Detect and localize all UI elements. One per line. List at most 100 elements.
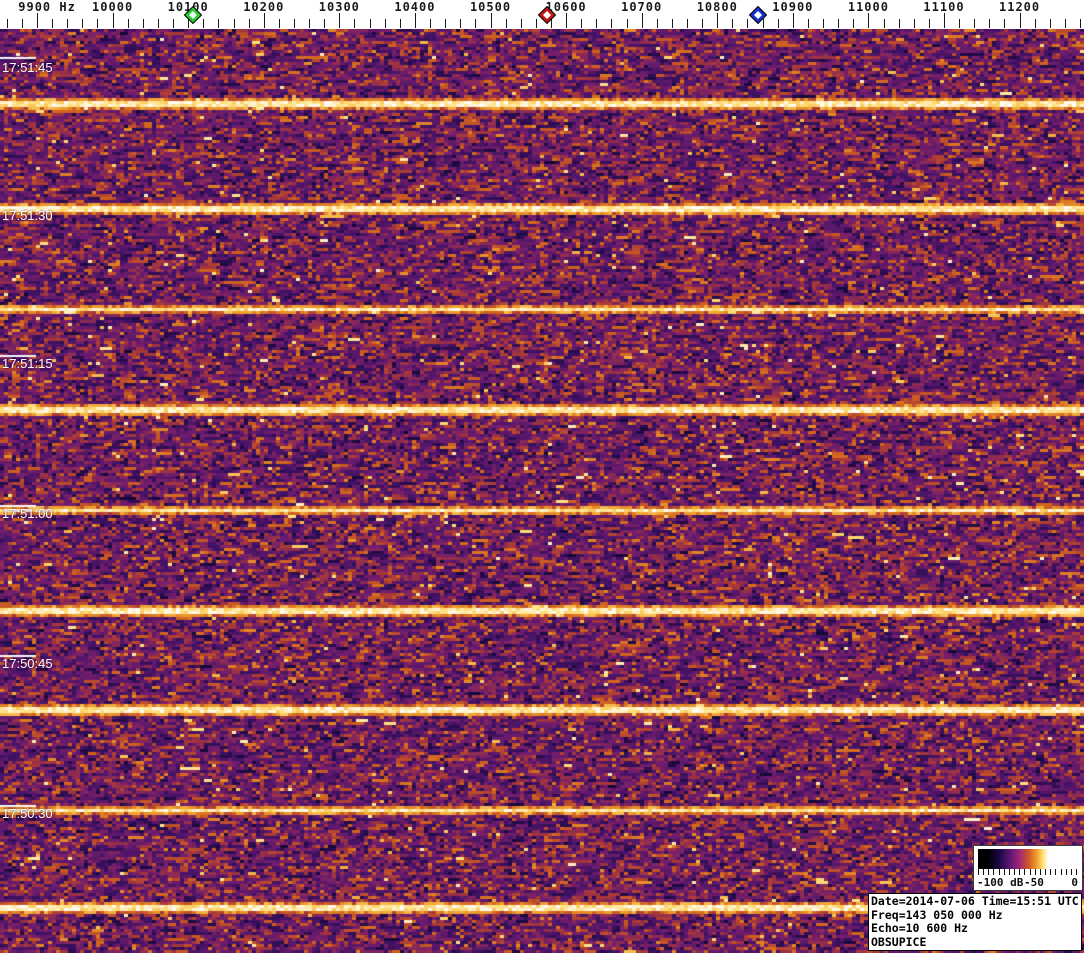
minor-tick (1065, 19, 1066, 28)
freq-label-10700: 10700 (621, 0, 663, 14)
green-marker[interactable] (183, 5, 203, 25)
minor-tick (158, 19, 159, 28)
minor-tick (249, 19, 250, 28)
minor-tick (657, 19, 658, 28)
info-line: Date=2014-07-06 Time=15:51 UTC (871, 894, 1079, 908)
colorbar-tick (978, 869, 979, 875)
minor-tick (929, 19, 930, 28)
minor-tick (853, 19, 854, 28)
minor-tick (279, 19, 280, 28)
colorbar-tick (1071, 869, 1072, 875)
time-label: 17:51:00 (2, 506, 53, 521)
freq-label-10400: 10400 (394, 0, 436, 14)
colorbar-tick (1045, 869, 1046, 875)
minor-tick (354, 19, 355, 28)
blue-marker[interactable] (748, 5, 768, 25)
minor-tick (808, 19, 809, 28)
minor-tick (974, 19, 975, 28)
minor-tick (1050, 19, 1051, 28)
spectrogram-canvas[interactable] (0, 29, 1084, 953)
colorbar-label-max: 0 (1071, 876, 1078, 889)
minor-tick (823, 19, 824, 28)
colorbar-tick (1014, 869, 1015, 875)
freq-label-11000: 11000 (847, 0, 889, 14)
minor-tick (1035, 19, 1036, 28)
minor-tick (611, 19, 612, 28)
minor-tick (536, 19, 537, 28)
minor-tick (627, 19, 628, 28)
minor-tick (22, 19, 23, 28)
minor-tick (143, 19, 144, 28)
freq-label-10800: 10800 (696, 0, 738, 14)
minor-tick (128, 19, 129, 28)
minor-tick (218, 19, 219, 28)
time-label: 17:50:30 (2, 806, 53, 821)
freq-label-10200: 10200 (243, 0, 285, 14)
minor-tick (1080, 19, 1081, 28)
major-tick (113, 13, 114, 28)
major-tick (1020, 13, 1021, 28)
colorbar-gradient (978, 849, 1076, 869)
freq-label-9900: 9900 Hz (18, 0, 76, 14)
time-label: 17:51:15 (2, 356, 53, 371)
minor-tick (460, 19, 461, 28)
colorbar-tick (1030, 869, 1031, 875)
minor-tick (732, 19, 733, 28)
major-tick (793, 13, 794, 28)
minor-tick (581, 19, 582, 28)
colorbar-tick (1035, 869, 1036, 875)
minor-tick (67, 19, 68, 28)
colorbar-tick (1066, 869, 1067, 875)
minor-tick (959, 19, 960, 28)
major-tick (339, 13, 340, 28)
colorbar-tick (999, 869, 1000, 875)
minor-tick (82, 19, 83, 28)
minor-tick (234, 19, 235, 28)
minor-tick (914, 19, 915, 28)
observation-info-box: Date=2014-07-06 Time=15:51 UTC Freq=143 0… (868, 893, 1082, 951)
major-tick (37, 13, 38, 28)
colorbar-tick (1050, 869, 1051, 875)
red-marker[interactable] (537, 5, 557, 25)
colorbar-tick (1040, 869, 1041, 875)
minor-tick (778, 19, 779, 28)
minor-tick (1004, 19, 1005, 28)
major-tick (264, 13, 265, 28)
colorbar-tick (1076, 869, 1077, 875)
colorbar-ticks (978, 869, 1077, 876)
minor-tick (475, 19, 476, 28)
colorbar-tick (1019, 869, 1020, 875)
colorbar-tick (988, 869, 989, 875)
minor-tick (203, 19, 204, 28)
major-tick (415, 13, 416, 28)
freq-label-10900: 10900 (772, 0, 814, 14)
minor-tick (596, 19, 597, 28)
major-tick (944, 13, 945, 28)
colorbar-label-min: -100 dB (977, 876, 1024, 889)
major-tick (566, 13, 567, 28)
freq-label-10000: 10000 (92, 0, 134, 14)
minor-tick (309, 19, 310, 28)
minor-tick (294, 19, 295, 28)
minor-tick (52, 19, 53, 28)
minor-tick (521, 19, 522, 28)
minor-tick (370, 19, 371, 28)
info-line: OBSUPICE (871, 934, 927, 949)
minor-tick (445, 19, 446, 28)
minor-tick (989, 19, 990, 28)
minor-tick (899, 19, 900, 28)
colorbar-tick (1055, 869, 1056, 875)
info-line: Echo=10 600 Hz (871, 921, 968, 935)
waterfall-window: 9900 Hz 10000 10100 10200 10300 10400 10500 106… (0, 0, 1084, 953)
colorbar-tick (1009, 869, 1010, 875)
major-tick (642, 13, 643, 28)
time-label: 17:51:30 (2, 208, 53, 223)
colorbar-label-mid: -50 (1024, 876, 1044, 889)
minor-tick (385, 19, 386, 28)
time-label: 17:50:45 (2, 656, 53, 671)
major-tick (491, 13, 492, 28)
colorbar-tick (993, 869, 994, 875)
minor-tick (702, 19, 703, 28)
minor-tick (747, 19, 748, 28)
minor-tick (173, 19, 174, 28)
